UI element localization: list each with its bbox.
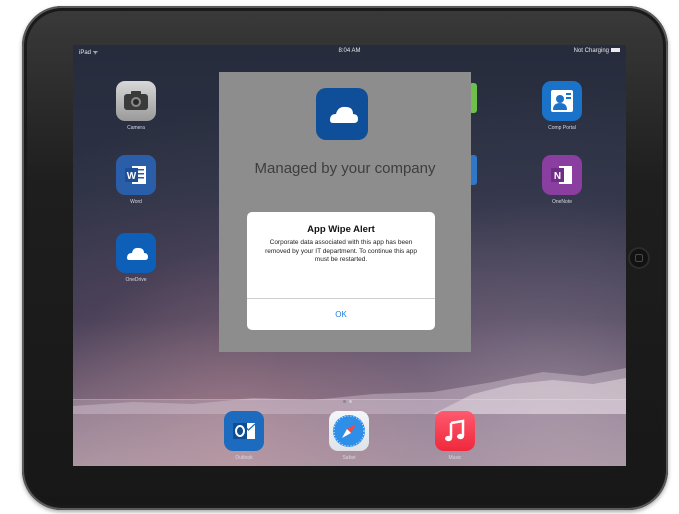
onedrive-icon — [316, 88, 368, 140]
app-wipe-alert-dialog: App Wipe Alert Corporate data associated… — [247, 212, 435, 330]
svg-text:W: W — [127, 171, 137, 182]
alert-title: App Wipe Alert — [307, 224, 375, 235]
alert-ok-button[interactable]: OK — [247, 299, 435, 330]
safari-icon — [329, 411, 369, 451]
app-label: OneDrive — [125, 277, 147, 283]
onenote-icon: N — [542, 155, 582, 195]
app-company-portal[interactable]: Comp Portal — [537, 81, 587, 131]
battery-status: Not Charging — [574, 48, 620, 54]
svg-text:N: N — [554, 171, 561, 182]
app-label: OneNote — [551, 199, 572, 205]
outlook-icon — [224, 411, 264, 451]
app-label: Music — [448, 455, 462, 461]
app-label: Outlook — [235, 455, 253, 461]
dock-app-safari[interactable]: Safari — [324, 411, 374, 461]
dock: Outlook Safari Music — [73, 399, 626, 466]
dock-app-outlook[interactable]: Outlook — [219, 411, 269, 461]
music-icon — [435, 411, 475, 451]
app-onenote[interactable]: N OneNote — [537, 155, 587, 205]
company-portal-icon — [542, 81, 582, 121]
page-indicator — [343, 390, 357, 403]
home-button[interactable] — [628, 247, 650, 269]
app-label: Camera — [127, 125, 145, 131]
onedrive-icon — [116, 233, 156, 273]
managed-title: Managed by your company — [254, 160, 436, 177]
status-bar: iPad ᯤ 8:04 AM Not Charging — [73, 45, 626, 59]
status-time: 8:04 AM — [338, 48, 361, 54]
managed-by-company-screen: Managed by your company App Wipe Alert C… — [219, 72, 471, 352]
app-word[interactable]: W Word — [111, 155, 161, 205]
app-label: Safari — [342, 455, 356, 461]
app-onedrive[interactable]: OneDrive — [111, 233, 161, 283]
app-label: Word — [130, 199, 142, 205]
alert-message: Corporate data associated with this app … — [265, 239, 417, 263]
dock-app-music[interactable]: Music — [430, 411, 480, 461]
app-camera[interactable]: Camera — [111, 81, 161, 131]
app-label: Comp Portal — [548, 125, 576, 131]
camera-icon — [116, 81, 156, 121]
word-icon: W — [116, 155, 156, 195]
